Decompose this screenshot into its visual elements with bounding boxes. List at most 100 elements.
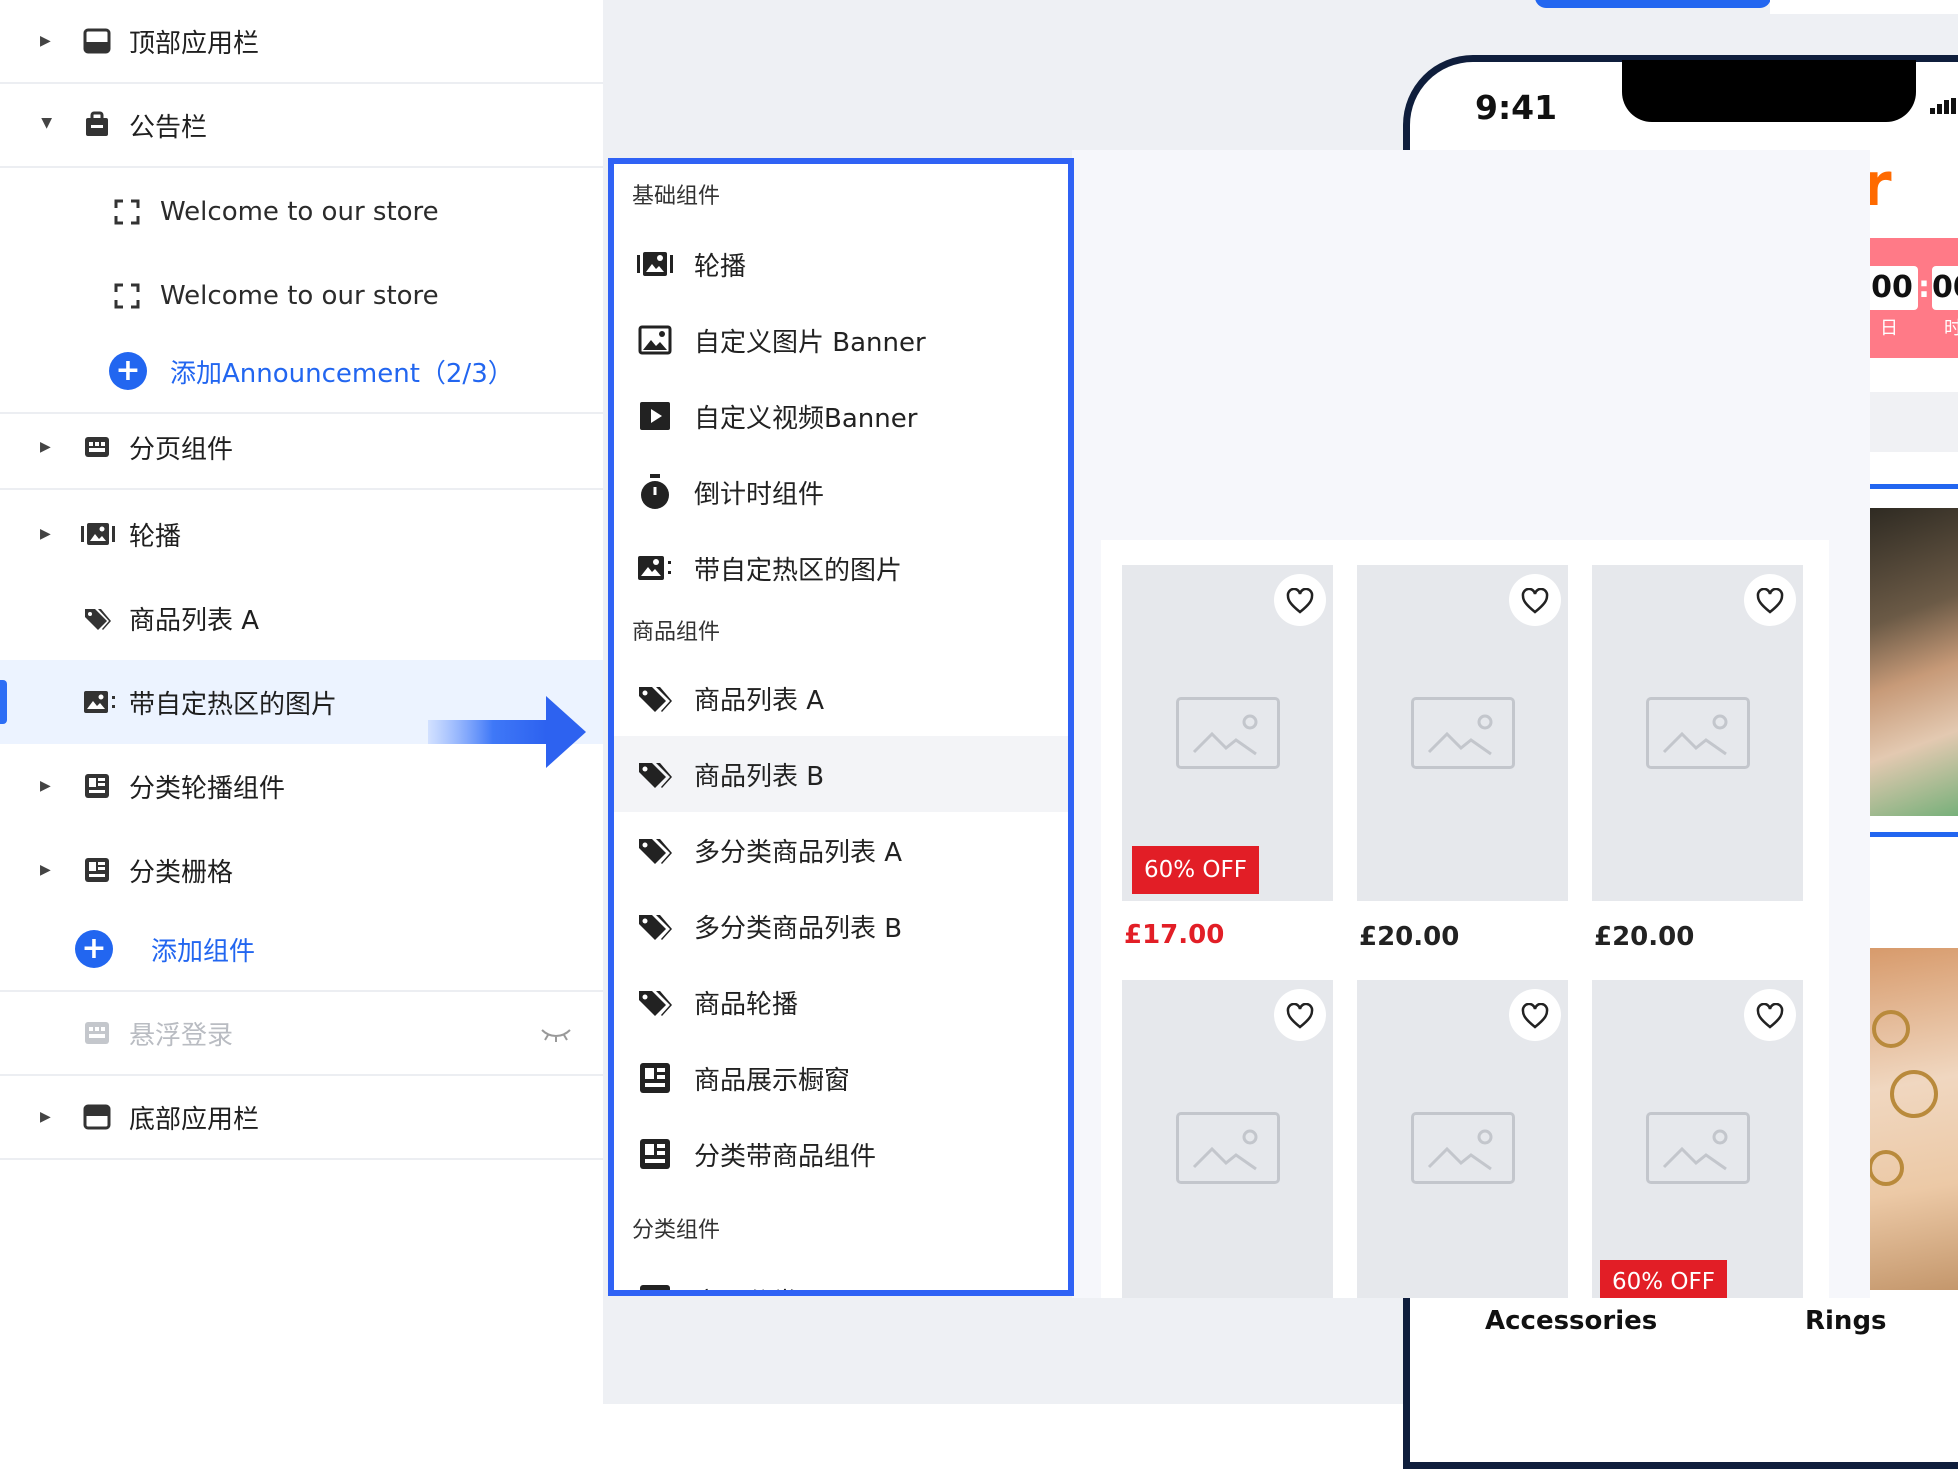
menu-item-carousel[interactable]: 轮播 [614,226,1068,302]
search-bar[interactable] [1866,392,1958,452]
expand-arrow-icon[interactable]: ▶ [40,779,54,793]
heart-icon [1756,1003,1784,1029]
tree-subitem-label: Welcome to our store [160,281,439,311]
video-icon [640,402,670,430]
app-bar-icon [83,1104,111,1130]
eye-hidden-icon[interactable] [540,1026,572,1044]
ring-decor [1868,1150,1904,1186]
menu-item-multi-category-list-b[interactable]: 多分类商品列表 B [614,888,1068,964]
expand-arrow-icon[interactable]: ▶ [40,863,54,877]
heart-icon [1286,588,1314,614]
tree-item-bottom-app-bar[interactable]: ▶ 底部应用栏 [0,1076,603,1160]
tree-item-category-grid[interactable]: ▶ 分类栅格 [0,828,603,912]
menu-item-label: 商品列表 B [694,761,825,792]
tag-icon [639,915,672,940]
menu-item-label: 自定义视频Banner [694,403,918,434]
hotspot-image-icon [84,691,115,713]
category-tab-rings[interactable]: Rings [1805,1306,1887,1336]
menu-item-category-with-products[interactable]: 分类带商品组件 [614,1116,1068,1192]
tree-item-announcement-bar[interactable]: ▶ 公告栏 [0,84,603,168]
tree-item-label: 底部应用栏 [129,1104,260,1135]
countdown-day-label: 日 [1880,318,1898,339]
drag-direction-arrow [428,696,586,768]
menu-item-multi-category-list-a[interactable]: 多分类商品列表 A [614,812,1068,888]
tree-item-pagination[interactable]: ▶ 分页组件 [0,406,603,490]
tree-item-label: 商品列表 A [129,605,260,636]
image-mountain-icon [1192,714,1258,756]
add-announcement-button[interactable]: + 添加Announcement（2/3） [0,330,603,414]
countdown-hour-label: 时 [1944,318,1958,339]
tree-item-carousel[interactable]: ▶ 轮播 [0,492,603,576]
category-icon [85,858,109,882]
product-price: £20.00 [1359,922,1460,952]
app-bar-icon [83,28,111,54]
expand-arrow-icon[interactable]: ▶ [40,527,54,541]
category-icon [85,774,109,798]
expand-arrow-icon[interactable]: ▶ [40,440,54,454]
frame-corners-icon [114,283,140,309]
menu-item-label: 商品轮播 [694,989,799,1020]
image-icon [638,325,672,355]
menu-item-label: 轮播 [694,251,747,282]
image-mountain-icon [1427,714,1493,756]
hotspot-image-icon [638,556,671,580]
menu-item-product-showcase[interactable]: 商品展示橱窗 [614,1040,1068,1116]
status-time: 9:41 [1475,88,1558,127]
tree-item-product-list-a[interactable]: 商品列表 A [0,576,603,660]
menu-section-basic: 基础组件 [632,184,721,209]
tab-indicator [1866,832,1958,837]
heart-icon [1756,588,1784,614]
menu-item-label: 倒计时组件 [694,479,825,510]
selection-indicator [0,680,7,724]
frame-corners-icon [114,199,140,225]
stopwatch-icon [641,474,669,509]
tag-icon [639,763,672,788]
showcase-icon [640,1285,670,1290]
expand-arrow-icon[interactable]: ▶ [40,34,54,48]
tree-item-label: 悬浮登录 [129,1020,234,1051]
add-component-button[interactable]: + 添加组件 [0,908,603,992]
menu-item-countdown[interactable]: 倒计时组件 [614,454,1068,530]
jewelry-photo [1866,948,1958,1290]
expand-arrow-icon[interactable]: ▶ [40,1110,54,1124]
menu-item-label: 多分类商品列表 A [694,837,903,868]
tree-subitem-announcement[interactable]: Welcome to our store [0,254,603,338]
menu-item-product-carousel[interactable]: 商品轮播 [614,964,1068,1040]
add-component-label: 添加组件 [151,936,256,967]
collapse-arrow-icon[interactable]: ▶ [39,118,55,132]
tree-item-label: 分类栅格 [129,857,234,888]
top-bar-strip [1770,0,1958,14]
menu-item-product-category[interactable]: 商品分类 [614,1262,1068,1290]
image-mountain-icon [1192,1129,1258,1171]
tab-indicator [1866,484,1958,489]
tree-item-label: 轮播 [129,521,182,552]
tag-icon [639,687,672,712]
discount-badge: 60% OFF [1600,1260,1727,1298]
tree-item-label: 公告栏 [129,112,208,143]
discount-badge: 60% OFF [1132,846,1259,894]
tree-item-label: 分类轮播组件 [129,773,286,804]
category-tab-accessories[interactable]: Accessories [1485,1306,1657,1336]
tree-item-top-app-bar[interactable]: ▶ 顶部应用栏 [0,0,603,84]
menu-item-product-list-a[interactable]: 商品列表 A [614,660,1068,736]
signal-icon [1930,98,1956,114]
image-mountain-icon [1427,1129,1493,1171]
countdown-days: 00 [1866,266,1918,310]
menu-item-label: 商品展示橱窗 [694,1065,851,1096]
ring-decor [1890,1070,1938,1118]
tag-icon [639,839,672,864]
menu-item-product-list-b[interactable]: 商品列表 B [614,736,1068,812]
menu-item-custom-image-banner[interactable]: 自定义图片 Banner [614,302,1068,378]
carousel-icon [637,252,673,276]
menu-item-custom-video-banner[interactable]: 自定义视频Banner [614,378,1068,454]
top-pill-button[interactable] [1535,0,1771,8]
menu-item-hotspot-image[interactable]: 带自定热区的图片 [614,530,1068,606]
tree-item-floating-login[interactable]: 悬浮登录 [0,992,603,1076]
tree-item-label: 顶部应用栏 [129,28,260,59]
tag-icon [639,991,672,1016]
phone-notch [1622,60,1916,122]
tree-subitem-announcement[interactable]: Welcome to our store [0,170,603,254]
product-price: £17.00 [1124,920,1225,950]
countdown-separator: : [1918,270,1930,305]
add-circle-icon: + [109,352,147,390]
